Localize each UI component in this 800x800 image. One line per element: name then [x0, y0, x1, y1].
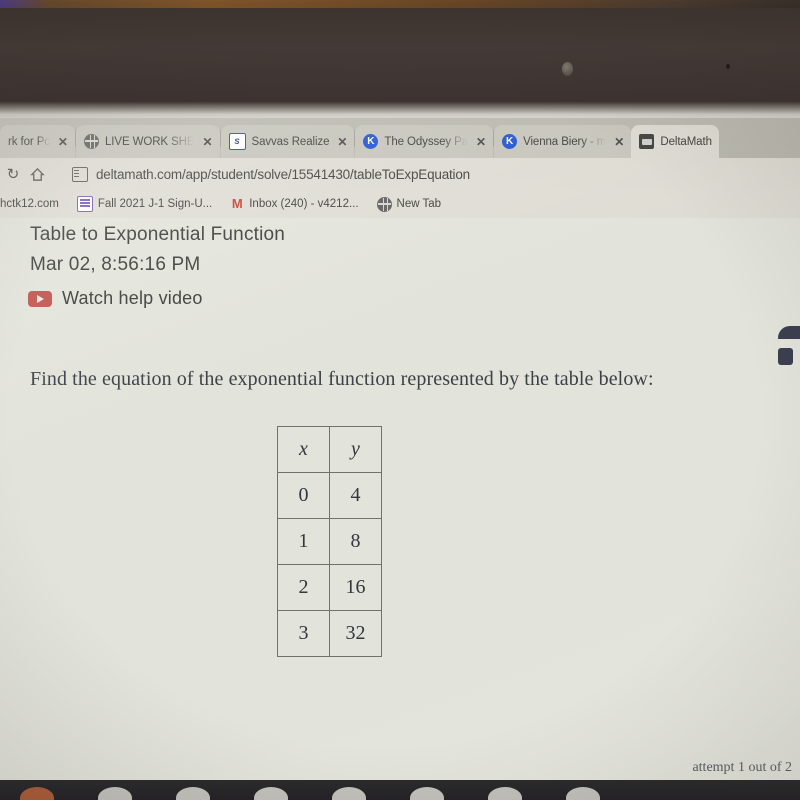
- browser-tab-deltamath[interactable]: DeltaMath: [631, 125, 719, 158]
- laptop-keyboard: [0, 780, 800, 800]
- bookmark-label: Inbox (240) - v4212...: [249, 198, 359, 210]
- cell-x: 0: [277, 472, 330, 519]
- keyboard-key: [410, 787, 444, 800]
- browser-tab-label: DeltaMath: [660, 135, 712, 148]
- keyboard-key: [332, 787, 366, 800]
- close-icon[interactable]: ✕: [476, 135, 486, 149]
- attempt-counter: attempt 1 out of 2: [692, 760, 792, 775]
- keyboard-key: [566, 787, 600, 800]
- cell-y: 16: [329, 564, 382, 611]
- column-header-y: y: [329, 426, 382, 473]
- globe-icon: [376, 196, 392, 212]
- deltamath-icon: [639, 134, 655, 149]
- keyboard-keys: [0, 787, 800, 800]
- watch-help-video-link[interactable]: Watch help video: [28, 288, 203, 309]
- bookmark-label: hctk12.com: [0, 198, 59, 210]
- cell-x: 3: [277, 610, 330, 657]
- column-header-x: x: [277, 426, 330, 473]
- close-icon[interactable]: ✕: [337, 135, 347, 149]
- reload-icon[interactable]: ↻: [2, 163, 24, 185]
- home-icon[interactable]: [26, 163, 48, 185]
- data-table: x y 0 4 1 8 2 16 3 32: [277, 426, 382, 657]
- browser-tab-label: Savvas Realize: [251, 135, 330, 148]
- kami-icon: K: [363, 134, 379, 149]
- laptop-screen: rk for Pc ✕ LIVE WORK SHE ✕ s Savvas Rea…: [0, 118, 800, 780]
- bookmark-item[interactable]: New Tab: [376, 196, 442, 212]
- savvas-icon: s: [228, 133, 246, 150]
- webcam-icon: [562, 62, 573, 76]
- laptop-bezel-top: [0, 0, 800, 118]
- page-icon: [72, 166, 88, 182]
- close-icon[interactable]: ✕: [202, 135, 212, 149]
- browser-tab-3[interactable]: s Savvas Realize ✕: [220, 125, 355, 158]
- cell-x: 1: [277, 518, 330, 565]
- table-header-row: x y: [277, 426, 382, 473]
- calendar-icon: [76, 196, 93, 212]
- cell-y: 32: [329, 610, 382, 657]
- kami-icon: K: [502, 134, 518, 149]
- bookmark-label: New Tab: [396, 198, 442, 210]
- browser-tab-label: Vienna Biery - m: [523, 135, 607, 148]
- table-row: 0 4: [277, 472, 382, 519]
- bookmark-item[interactable]: Fall 2021 J-1 Sign-U...: [76, 196, 213, 212]
- bezel-reflection: [0, 0, 800, 8]
- cell-y: 4: [329, 472, 382, 519]
- browser-tab-4[interactable]: K The Odyssey Pa ✕: [355, 125, 494, 158]
- browser-toolbar: ↻ deltamath.com/app/student/solve/155414…: [0, 158, 800, 190]
- keyboard-key: [20, 787, 54, 800]
- browser-tab-label: LIVE WORK SHE: [104, 135, 195, 148]
- question-text: Find the equation of the exponential fun…: [30, 368, 654, 390]
- bookmark-item[interactable]: M Inbox (240) - v4212...: [230, 196, 359, 211]
- table-row: 1 8: [277, 518, 382, 565]
- browser-tab-1[interactable]: rk for Pc ✕: [0, 125, 75, 158]
- bookmarks-bar: hctk12.com Fall 2021 J-1 Sign-U... M Inb…: [0, 190, 800, 218]
- url-text: deltamath.com/app/student/solve/15541430…: [96, 166, 470, 182]
- bezel-speck: [726, 64, 730, 69]
- laptop-photo: rk for Pc ✕ LIVE WORK SHE ✕ s Savvas Rea…: [0, 0, 800, 800]
- youtube-icon: [28, 290, 52, 307]
- watch-help-video-label: Watch help video: [62, 288, 203, 308]
- table-row: 2 16: [277, 564, 382, 611]
- keyboard-key: [488, 787, 522, 800]
- globe-icon: [83, 134, 99, 149]
- cell-y: 8: [329, 518, 382, 565]
- deltamath-page: Table to Exponential Function Mar 02, 8:…: [0, 218, 800, 780]
- clipped-graphic: [774, 326, 800, 374]
- table-row: 3 32: [277, 610, 382, 657]
- browser-tab-label: The Odyssey Pa: [384, 135, 469, 148]
- keyboard-key: [176, 787, 210, 800]
- cell-x: 2: [277, 564, 330, 611]
- browser-tab-strip: rk for Pc ✕ LIVE WORK SHE ✕ s Savvas Rea…: [0, 118, 800, 158]
- bookmark-label: Fall 2021 J-1 Sign-U...: [97, 198, 213, 210]
- page-title: Table to Exponential Function: [30, 224, 286, 245]
- browser-tab-2[interactable]: LIVE WORK SHE ✕: [75, 125, 220, 158]
- keyboard-key: [254, 787, 288, 800]
- keyboard-key: [98, 787, 132, 800]
- browser-tab-label: rk for Pc: [8, 135, 50, 148]
- bookmark-item[interactable]: hctk12.com: [0, 198, 59, 210]
- close-icon[interactable]: ✕: [614, 135, 624, 149]
- page-timestamp: Mar 02, 8:56:16 PM: [30, 254, 201, 275]
- browser-tab-5[interactable]: K Vienna Biery - m ✕: [494, 125, 632, 158]
- address-bar[interactable]: deltamath.com/app/student/solve/15541430…: [64, 163, 800, 185]
- gmail-icon: M: [231, 196, 243, 211]
- close-icon[interactable]: ✕: [58, 135, 68, 149]
